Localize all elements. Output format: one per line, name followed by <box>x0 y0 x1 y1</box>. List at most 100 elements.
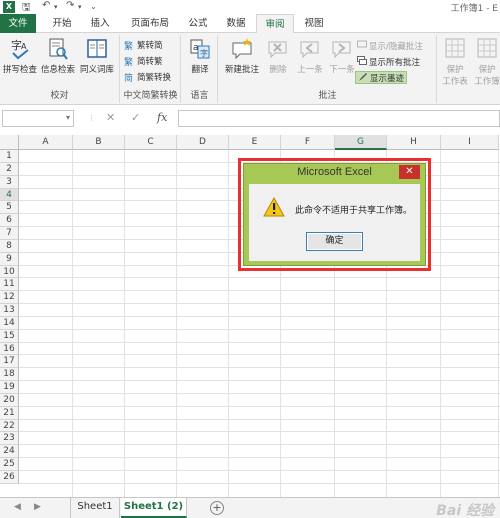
redo-dropdown-icon[interactable]: ▾ <box>78 3 82 11</box>
undo-dropdown-icon[interactable]: ▾ <box>54 3 58 11</box>
select-all-corner[interactable] <box>0 135 19 150</box>
tab-view[interactable]: 视图 <box>296 14 332 33</box>
column-header-a[interactable]: A <box>19 135 73 150</box>
row-header-21[interactable]: 21 <box>0 406 19 420</box>
tab-review[interactable]: 审阅 <box>256 14 294 34</box>
row-header-13[interactable]: 13 <box>0 304 19 317</box>
row-header-5[interactable]: 5 <box>0 201 19 215</box>
column-header-e[interactable]: E <box>229 135 281 150</box>
tab-insert[interactable]: 插入 <box>82 14 118 33</box>
row-header-23[interactable]: 23 <box>0 432 19 446</box>
row-header-7[interactable]: 7 <box>0 227 19 240</box>
row-header-17[interactable]: 17 <box>0 355 19 369</box>
row-header-9[interactable]: 9 <box>0 252 19 266</box>
translate-button[interactable]: a 字 翻译 <box>185 37 215 75</box>
group-label-language: 语言 <box>190 91 209 101</box>
sheet-tab-bar: ◀ ▶ Sheet1 Sheet1 (2) + Bai 经验 <box>0 497 500 518</box>
grid-hline <box>19 457 500 459</box>
row-header-6[interactable]: 6 <box>0 214 19 228</box>
column-header-b[interactable]: B <box>73 135 125 150</box>
next-comment-button[interactable]: 下一条 <box>327 37 357 75</box>
column-header-d[interactable]: D <box>177 135 229 150</box>
tab-data[interactable]: 数据 <box>218 14 254 33</box>
column-header-i[interactable]: I <box>441 135 499 150</box>
dialog-close-icon[interactable]: ✕ <box>399 165 420 179</box>
row-header-12[interactable]: 12 <box>0 291 19 305</box>
tab-page-layout[interactable]: 页面布局 <box>124 14 176 33</box>
name-box-dropdown-icon[interactable]: ▾ <box>66 113 70 122</box>
row-header-3[interactable]: 3 <box>0 175 19 189</box>
scroll-sheets-right-icon[interactable]: ▶ <box>34 502 41 512</box>
protect-sheet-button[interactable]: 保护 工作表 <box>440 37 470 87</box>
undo-icon[interactable]: ↶ <box>42 0 50 11</box>
spell-check-icon: 字 A <box>11 38 29 60</box>
row-header-25[interactable]: 25 <box>0 458 19 471</box>
next-comment-label: 下一条 <box>329 65 355 75</box>
row-header-15[interactable]: 15 <box>0 329 19 343</box>
dialog-title: Microsoft Excel <box>297 166 372 178</box>
row-header-14[interactable]: 14 <box>0 316 19 330</box>
row-header-4[interactable]: 4 <box>0 188 19 202</box>
grid-hline <box>19 380 500 382</box>
tab-formulas[interactable]: 公式 <box>180 14 216 33</box>
row-header-18[interactable]: 18 <box>0 368 19 382</box>
group-chinese-conversion: 繁繁转简 繁简转繁 简简繁转换 中文简繁转换 <box>121 35 181 103</box>
column-header-c[interactable]: C <box>125 135 177 150</box>
thesaurus-label: 同义词库 <box>79 65 114 75</box>
document-title: 工作簿1 - E <box>450 4 498 14</box>
formula-input[interactable] <box>178 110 500 127</box>
sheet-tab-sheet1-2[interactable]: Sheet1 (2) <box>121 498 187 518</box>
svg-text:字: 字 <box>200 48 208 58</box>
redo-icon[interactable]: ↷ <box>66 0 74 11</box>
column-header-h[interactable]: H <box>387 135 441 150</box>
row-header-16[interactable]: 16 <box>0 342 19 356</box>
protect-sheet-label-2: 工作表 <box>442 77 468 87</box>
row-header-8[interactable]: 8 <box>0 239 19 253</box>
enter-icon[interactable]: ✓ <box>131 111 140 124</box>
show-hide-comment-icon <box>357 40 367 48</box>
insert-function-icon[interactable]: fx <box>157 111 167 124</box>
scroll-sheets-left-icon[interactable]: ◀ <box>14 502 21 512</box>
row-header-24[interactable]: 24 <box>0 445 19 459</box>
row-header-26[interactable]: 26 <box>0 471 19 484</box>
simplified-to-traditional-label: 简转繁 <box>137 57 163 67</box>
excel-app-icon[interactable]: X <box>3 1 15 13</box>
row-header-10[interactable]: 10 <box>0 265 19 279</box>
tab-home[interactable]: 开始 <box>44 14 80 33</box>
delete-comment-button[interactable]: 删除 <box>264 37 292 75</box>
show-hide-comment-button[interactable]: 显示/隐藏批注 <box>357 40 423 53</box>
research-button[interactable]: 信息检索 <box>40 37 76 75</box>
warning-icon <box>263 197 285 217</box>
customize-quick-access-icon[interactable]: ⌄ <box>90 2 97 11</box>
protect-workbook-button[interactable]: 保护 工作簿 <box>472 37 500 87</box>
row-header-11[interactable]: 11 <box>0 278 19 292</box>
simplified-to-traditional-button[interactable]: 繁简转繁 <box>124 56 163 69</box>
chinese-conversion-button[interactable]: 简简繁转换 <box>124 72 171 85</box>
protect-workbook-icon <box>477 38 497 58</box>
ribbon: 字 A 拼写检查 信息检索 同义词库 校对 繁 繁转简 繁 简转繁 简 简繁转换… <box>0 33 500 105</box>
traditional-to-simplified-button[interactable]: 繁繁转简 <box>124 40 163 53</box>
tab-file[interactable]: 文件 <box>0 14 36 33</box>
new-comment-button[interactable]: 新建批注 <box>223 37 261 75</box>
add-sheet-icon[interactable]: + <box>210 501 224 515</box>
formula-bar: ▾ ⋮ ✕ ✓ fx <box>0 108 500 130</box>
chinese-conversion-label: 简繁转换 <box>137 73 172 83</box>
show-all-comments-button[interactable]: 显示所有批注 <box>357 56 420 69</box>
row-header-22[interactable]: 22 <box>0 419 19 433</box>
row-header-19[interactable]: 19 <box>0 381 19 394</box>
row-header-1[interactable]: 1 <box>0 150 19 163</box>
name-box[interactable]: ▾ <box>2 110 74 127</box>
spell-check-button[interactable]: 字 A 拼写检查 <box>2 37 38 75</box>
dialog-ok-button[interactable]: 确定 <box>306 232 363 251</box>
column-header-g[interactable]: G <box>335 135 387 150</box>
thesaurus-button[interactable]: 同义词库 <box>78 37 116 75</box>
cancel-icon[interactable]: ✕ <box>106 111 115 124</box>
row-header-2[interactable]: 2 <box>0 162 19 176</box>
previous-comment-button[interactable]: 上一条 <box>295 37 325 75</box>
show-ink-button[interactable]: 显示墨迹 <box>355 71 408 84</box>
sheet-tab-sheet1[interactable]: Sheet1 <box>70 498 120 518</box>
row-header-20[interactable]: 20 <box>0 393 19 407</box>
column-header-f[interactable]: F <box>281 135 335 150</box>
research-label: 信息检索 <box>40 65 75 75</box>
grid-hline <box>19 354 500 356</box>
